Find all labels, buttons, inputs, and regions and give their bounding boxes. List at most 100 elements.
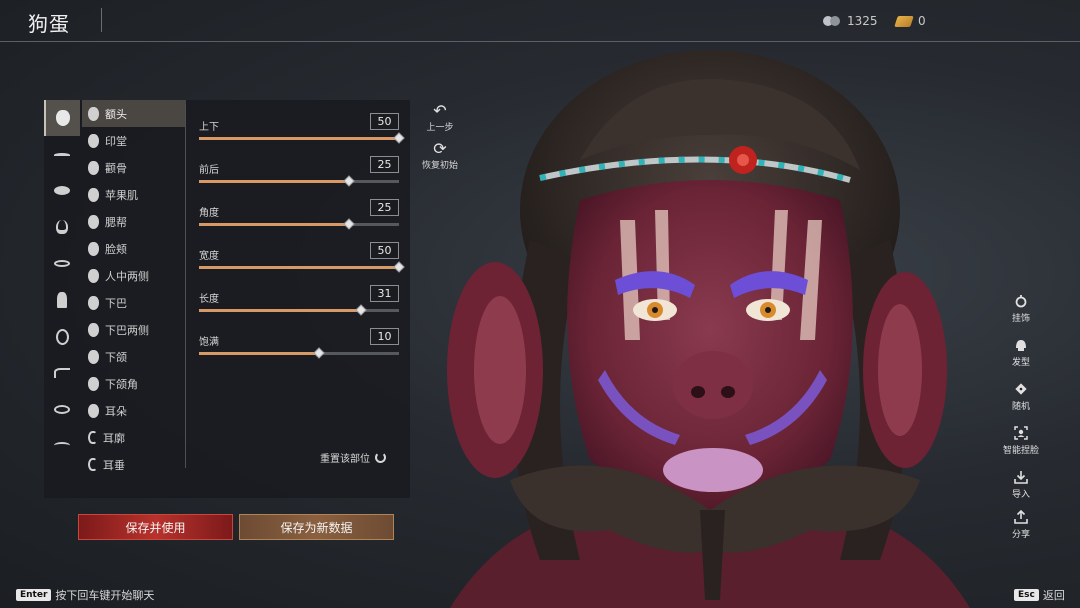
slider-fill [199, 352, 319, 355]
slider-track[interactable] [199, 347, 399, 359]
undo-button[interactable]: ↶ 上一步 [420, 102, 460, 134]
part-item[interactable]: 苹果肌 [82, 181, 186, 208]
slider-value-input[interactable]: 50 [370, 242, 399, 259]
slider-value-input[interactable]: 25 [370, 199, 399, 216]
category-head[interactable] [44, 318, 80, 354]
face-part-icon [88, 349, 99, 364]
slider-track[interactable] [199, 132, 405, 144]
slider-label: 上下 [199, 122, 219, 133]
slider-fill [199, 223, 349, 226]
part-label: 额头 [105, 107, 127, 121]
part-item[interactable]: 颧骨 [82, 154, 186, 181]
part-label: 苹果肌 [105, 188, 138, 202]
hairstyle-icon [1016, 340, 1026, 351]
ear-part-icon [88, 458, 97, 471]
part-item[interactable]: 人中两侧 [82, 262, 186, 289]
accessory-button[interactable]: 挂饰 [1003, 294, 1039, 324]
part-item[interactable]: 下巴 [82, 289, 186, 316]
face-part-icon [88, 403, 99, 418]
title-divider [101, 8, 102, 32]
part-item[interactable]: 下颌 [82, 343, 186, 370]
import-button[interactable]: 导入 [1003, 470, 1039, 500]
part-item[interactable]: 耳垂 [82, 451, 186, 478]
part-label: 耳垂 [103, 458, 125, 472]
save-and-use-button[interactable]: 保存并使用 [78, 514, 233, 540]
slider-value-input[interactable]: 31 [370, 285, 399, 302]
slider-value-input[interactable]: 50 [370, 113, 399, 130]
slider-width: 宽度 50 [199, 234, 405, 274]
reset-part-label: 重置该部位 [320, 454, 370, 465]
slider-label: 前后 [199, 165, 219, 176]
dice-icon [1015, 383, 1027, 395]
restore-default-button[interactable]: ⟳ 恢复初始 [420, 140, 460, 172]
reset-part-button[interactable]: 重置该部位 [320, 450, 386, 465]
part-item[interactable]: 耳廓 [82, 424, 186, 451]
slider-track[interactable] [199, 261, 405, 273]
column-divider [185, 104, 186, 468]
slider-track[interactable] [199, 218, 399, 230]
category-ear[interactable] [44, 391, 80, 427]
nose [673, 351, 753, 419]
part-label: 脸颊 [105, 242, 127, 256]
slider-handle[interactable] [393, 132, 405, 144]
face-part-icon [88, 187, 99, 202]
part-item[interactable]: 额头 [82, 100, 186, 127]
toolbar-label: 分享 [1011, 530, 1030, 540]
mouth-icon [54, 260, 70, 268]
face-part-icon [88, 214, 99, 229]
toolbar-label: 随机 [1011, 402, 1030, 412]
slider-fill [199, 180, 349, 183]
slider-value-input[interactable]: 25 [370, 156, 399, 173]
face-part-icon [88, 241, 99, 256]
category-body[interactable] [44, 282, 80, 318]
part-item[interactable]: 脸颊 [82, 235, 186, 262]
category-eyebrow[interactable] [44, 136, 80, 172]
slider-fullness: 饱满 10 [199, 320, 399, 360]
part-item[interactable]: 腮帮 [82, 208, 186, 235]
category-nose[interactable] [44, 209, 80, 245]
silver-amount: 1325 [847, 14, 878, 28]
slider-handle[interactable] [343, 218, 355, 230]
part-item[interactable]: 下巴两侧 [82, 316, 186, 343]
eyebrow-icon [54, 152, 70, 157]
share-button[interactable]: 分享 [1003, 510, 1039, 540]
slider-track[interactable] [199, 304, 399, 316]
part-label: 下巴 [105, 296, 127, 310]
slider-vertical: 上下 50 [199, 105, 405, 145]
slider-handle[interactable] [355, 304, 367, 316]
part-item[interactable]: 印堂 [82, 127, 186, 154]
category-eye[interactable] [44, 173, 80, 209]
part-item[interactable]: 下颌角 [82, 370, 186, 397]
face-part-icon [88, 268, 99, 283]
slider-label: 长度 [199, 294, 219, 305]
slider-value-input[interactable]: 10 [370, 328, 399, 345]
slider-fill [199, 266, 399, 269]
slider-handle[interactable] [343, 175, 355, 187]
slider-handle[interactable] [313, 347, 325, 359]
esc-key-badge: Esc [1014, 589, 1039, 601]
save-as-new-button[interactable]: 保存为新数据 [239, 514, 394, 540]
head-icon [55, 328, 69, 345]
back-hint[interactable]: Esc 返回 [1014, 587, 1065, 603]
category-jaw[interactable] [44, 355, 80, 391]
category-face[interactable] [44, 100, 80, 137]
hairstyle-button[interactable]: 发型 [1003, 338, 1039, 368]
reset-icon [375, 452, 386, 463]
random-button[interactable]: 随机 [1003, 382, 1039, 412]
part-item[interactable]: 耳朵 [82, 397, 186, 424]
part-label: 腮帮 [105, 215, 127, 229]
face-part-icon [88, 106, 99, 121]
restore-label: 恢复初始 [421, 161, 458, 171]
right-ear-inner [878, 304, 922, 436]
smart-face-icon [1014, 426, 1028, 440]
character-preview[interactable] [430, 40, 990, 608]
slider-fill [199, 137, 399, 140]
category-cheek[interactable] [44, 428, 80, 464]
slider-handle[interactable] [393, 261, 405, 273]
part-label: 下巴两侧 [105, 323, 149, 337]
slider-track[interactable] [199, 175, 399, 187]
part-label: 下颌角 [105, 377, 138, 391]
category-mouth[interactable] [44, 246, 80, 282]
part-label: 下颌 [105, 350, 127, 364]
smart-face-button[interactable]: 智能捏脸 [1003, 426, 1039, 456]
